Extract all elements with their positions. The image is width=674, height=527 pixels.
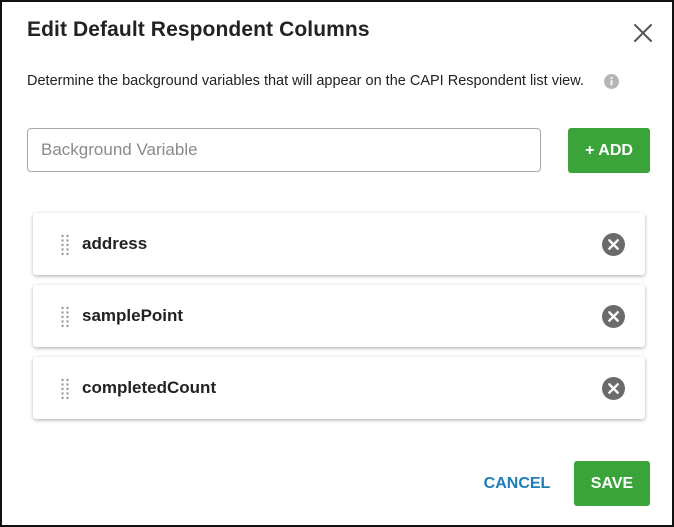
save-button[interactable]: SAVE: [574, 461, 650, 506]
remove-circle-icon[interactable]: [602, 377, 625, 400]
list-item-label: completedCount: [82, 378, 217, 397]
list-item[interactable]: address: [33, 213, 645, 275]
cancel-button[interactable]: CANCEL: [478, 461, 556, 506]
list-item[interactable]: samplePoint: [33, 285, 645, 347]
close-icon: [634, 24, 652, 42]
list-item-label: samplePoint: [82, 306, 184, 325]
drag-handle-icon[interactable]: [60, 306, 70, 328]
remove-circle-icon[interactable]: [602, 305, 625, 328]
edit-columns-dialog: Edit Default Respondent Columns Determin…: [0, 0, 674, 527]
info-icon[interactable]: [604, 74, 619, 89]
list-item[interactable]: completedCount: [33, 357, 645, 419]
drag-handle-icon[interactable]: [60, 378, 70, 400]
dialog-title: Edit Default Respondent Columns: [27, 18, 370, 41]
background-variable-input[interactable]: [27, 128, 541, 172]
drag-handle-icon[interactable]: [60, 234, 70, 256]
close-button[interactable]: [630, 20, 656, 46]
add-button[interactable]: + ADD: [568, 128, 650, 173]
remove-circle-icon[interactable]: [602, 233, 625, 256]
list-item-label: address: [82, 234, 148, 253]
dialog-description: Determine the background variables that …: [27, 73, 584, 89]
column-list: address samplePoint completedCount: [33, 213, 645, 429]
